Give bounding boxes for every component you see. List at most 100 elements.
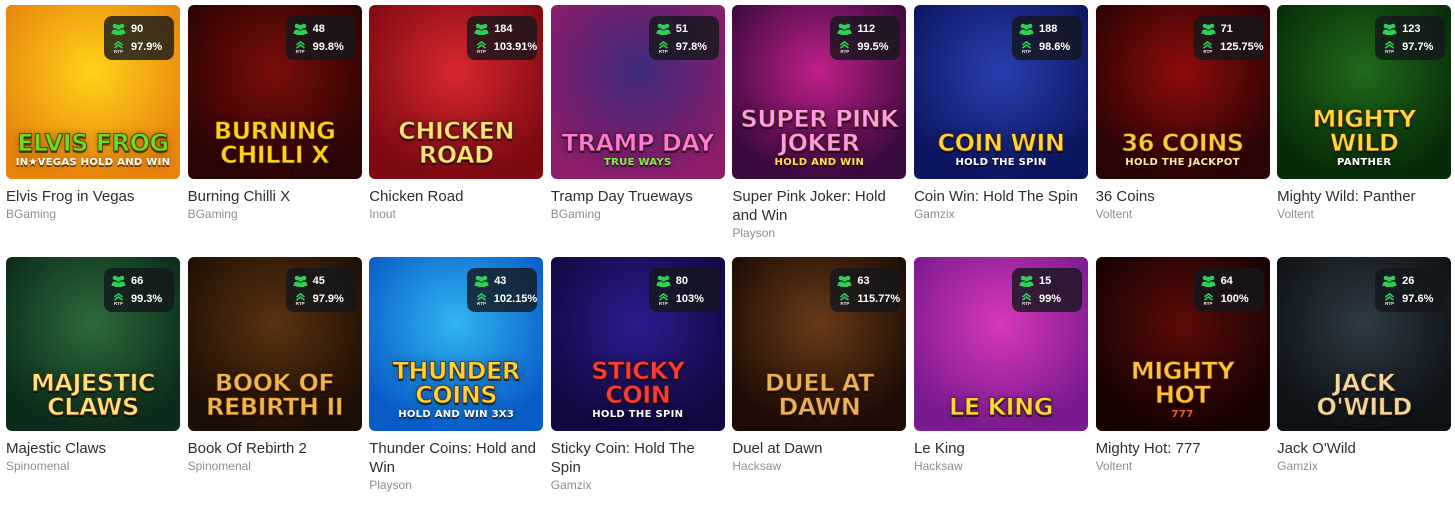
- game-card[interactable]: Thunder Coins HOLD AND WIN 3X3: [369, 257, 544, 509]
- game-card[interactable]: Sticky Coin HOLD THE SPIN: [550, 257, 725, 509]
- players-icon: [837, 23, 852, 36]
- game-provider[interactable]: Playson: [732, 226, 906, 241]
- rtp-label: RTP: [840, 48, 850, 54]
- game-stats-badge: 80 RTP 103%: [648, 268, 719, 312]
- game-thumbnail[interactable]: 36 Coins HOLD THE JACKPOT: [1095, 5, 1270, 179]
- game-thumbnail[interactable]: Burning Chilli X 48: [187, 5, 362, 179]
- rtp-label: RTP: [476, 300, 486, 306]
- game-stats-badge: 63 RTP 115.77%: [830, 268, 901, 312]
- players-icon: [293, 275, 308, 288]
- game-name[interactable]: Book Of Rebirth 2: [188, 439, 362, 458]
- game-provider[interactable]: Hacksaw: [914, 459, 1088, 474]
- players-count: 51: [675, 22, 689, 35]
- game-name[interactable]: Mighty Hot: 777: [1096, 439, 1270, 458]
- rtp-value: 97.9%: [312, 292, 344, 305]
- game-card[interactable]: Mighty Wild PANTHER 1: [1277, 5, 1452, 257]
- game-name[interactable]: Majestic Claws: [6, 439, 180, 458]
- game-card[interactable]: Chicken Road 184: [369, 5, 544, 257]
- players-stat: 15: [1019, 272, 1082, 290]
- game-thumbnail[interactable]: Jack O'Wild 26: [1277, 257, 1452, 431]
- game-art-title-text: 36 Coins: [1121, 129, 1245, 157]
- game-thumbnail[interactable]: Thunder Coins HOLD AND WIN 3X3: [369, 257, 544, 431]
- game-thumbnail[interactable]: Tramp Day TRUE WAYS 5: [550, 5, 725, 179]
- game-card[interactable]: Super Pink Joker HOLD AND WIN: [732, 5, 907, 257]
- game-card[interactable]: Book of Rebirth II 4: [187, 257, 362, 509]
- game-provider[interactable]: Voltent: [1277, 207, 1451, 222]
- game-art-title-text: Majestic Claws: [31, 369, 156, 421]
- game-name[interactable]: Jack O'Wild: [1277, 439, 1451, 458]
- game-card[interactable]: Jack O'Wild 26: [1277, 257, 1452, 509]
- game-stats-badge: 188 RTP 98.6%: [1011, 16, 1082, 60]
- game-name[interactable]: 36 Coins: [1096, 187, 1270, 206]
- game-card[interactable]: Mighty Hot 777 64: [1095, 257, 1270, 509]
- game-name[interactable]: Mighty Wild: Panther: [1277, 187, 1451, 206]
- rtp-value: 115.77%: [857, 292, 901, 305]
- game-thumbnail[interactable]: Coin Win HOLD THE SPIN: [913, 5, 1088, 179]
- game-name[interactable]: Coin Win: Hold The Spin: [914, 187, 1088, 206]
- game-thumbnail[interactable]: Majestic Claws 66: [6, 257, 180, 431]
- game-name[interactable]: Elvis Frog in Vegas: [6, 187, 180, 206]
- rtp-value: 99.5%: [857, 40, 889, 53]
- game-provider[interactable]: Spinomenal: [6, 459, 180, 474]
- game-art-title: Majestic Claws: [12, 371, 174, 421]
- game-name[interactable]: Chicken Road: [369, 187, 543, 206]
- game-thumbnail[interactable]: Duel at Dawn 63: [732, 257, 907, 431]
- rtp-label: RTP: [1385, 300, 1395, 306]
- game-card[interactable]: Duel at Dawn 63: [732, 257, 907, 509]
- rtp-chevrons-icon: RTP: [837, 40, 852, 54]
- rtp-stat: RTP 97.8%: [656, 38, 719, 56]
- rtp-chevrons-icon: RTP: [1019, 40, 1034, 54]
- game-card[interactable]: Coin Win HOLD THE SPIN: [913, 5, 1088, 257]
- game-provider[interactable]: BGaming: [188, 207, 362, 222]
- game-provider[interactable]: Spinomenal: [188, 459, 362, 474]
- game-provider[interactable]: Gamzix: [914, 207, 1088, 222]
- game-card[interactable]: Elvis Frog IN★VEGAS HOLD AND WIN: [6, 5, 180, 257]
- rtp-label: RTP: [658, 48, 668, 54]
- game-thumbnail[interactable]: Mighty Hot 777 64: [1095, 257, 1270, 431]
- game-art-title-text: Sticky Coin: [591, 357, 686, 409]
- game-thumbnail[interactable]: Le King 15: [913, 257, 1088, 431]
- game-provider[interactable]: Gamzix: [1277, 459, 1451, 474]
- game-thumbnail[interactable]: Mighty Wild PANTHER 1: [1277, 5, 1452, 179]
- game-card[interactable]: Majestic Claws 66: [6, 257, 180, 509]
- game-art-title-text: Elvis Frog: [17, 129, 170, 157]
- game-name[interactable]: Duel at Dawn: [732, 439, 906, 458]
- game-card[interactable]: 36 Coins HOLD THE JACKPOT: [1095, 5, 1270, 257]
- rtp-label: RTP: [1021, 300, 1031, 306]
- game-thumbnail[interactable]: Sticky Coin HOLD THE SPIN: [550, 257, 725, 431]
- game-provider[interactable]: Hacksaw: [732, 459, 906, 474]
- game-provider[interactable]: Gamzix: [551, 478, 725, 493]
- game-art-title-text: Jack O'Wild: [1316, 369, 1413, 421]
- rtp-stat: RTP 99.5%: [837, 38, 900, 56]
- game-provider[interactable]: Voltent: [1096, 459, 1270, 474]
- players-stat: 112: [837, 20, 900, 38]
- game-name[interactable]: Tramp Day Trueways: [551, 187, 725, 206]
- game-provider[interactable]: BGaming: [551, 207, 725, 222]
- game-thumbnail[interactable]: Super Pink Joker HOLD AND WIN: [732, 5, 907, 179]
- game-provider[interactable]: Voltent: [1096, 207, 1270, 222]
- rtp-value: 97.6%: [1402, 292, 1434, 305]
- game-art-title: Mighty Wild PANTHER: [1283, 107, 1445, 169]
- game-provider[interactable]: BGaming: [6, 207, 180, 222]
- game-stats-badge: 26 RTP 97.6%: [1375, 268, 1446, 312]
- game-art-title-text: Burning Chilli X: [213, 117, 336, 169]
- game-art-title: Coin Win HOLD THE SPIN: [920, 131, 1082, 169]
- rtp-stat: RTP 103.91%: [474, 38, 537, 56]
- game-card[interactable]: Burning Chilli X 48: [187, 5, 362, 257]
- game-provider[interactable]: Inout: [369, 207, 543, 222]
- game-thumbnail[interactable]: Book of Rebirth II 4: [187, 257, 362, 431]
- game-thumbnail[interactable]: Elvis Frog IN★VEGAS HOLD AND WIN: [6, 5, 180, 179]
- rtp-chevrons-icon: RTP: [293, 292, 308, 306]
- game-name[interactable]: Le King: [914, 439, 1088, 458]
- game-thumbnail[interactable]: Chicken Road 184: [369, 5, 544, 179]
- game-stats-badge: 15 RTP 99%: [1011, 268, 1082, 312]
- game-name[interactable]: Thunder Coins: Hold and Win: [369, 439, 543, 477]
- game-card[interactable]: Tramp Day TRUE WAYS 5: [550, 5, 725, 257]
- game-name[interactable]: Burning Chilli X: [188, 187, 362, 206]
- game-card[interactable]: Le King 15: [913, 257, 1088, 509]
- game-art-title: Burning Chilli X: [194, 119, 356, 169]
- game-name[interactable]: Sticky Coin: Hold The Spin: [551, 439, 725, 477]
- game-provider[interactable]: Playson: [369, 478, 543, 493]
- game-name[interactable]: Super Pink Joker: Hold and Win: [732, 187, 906, 225]
- rtp-stat: RTP 125.75%: [1201, 38, 1264, 56]
